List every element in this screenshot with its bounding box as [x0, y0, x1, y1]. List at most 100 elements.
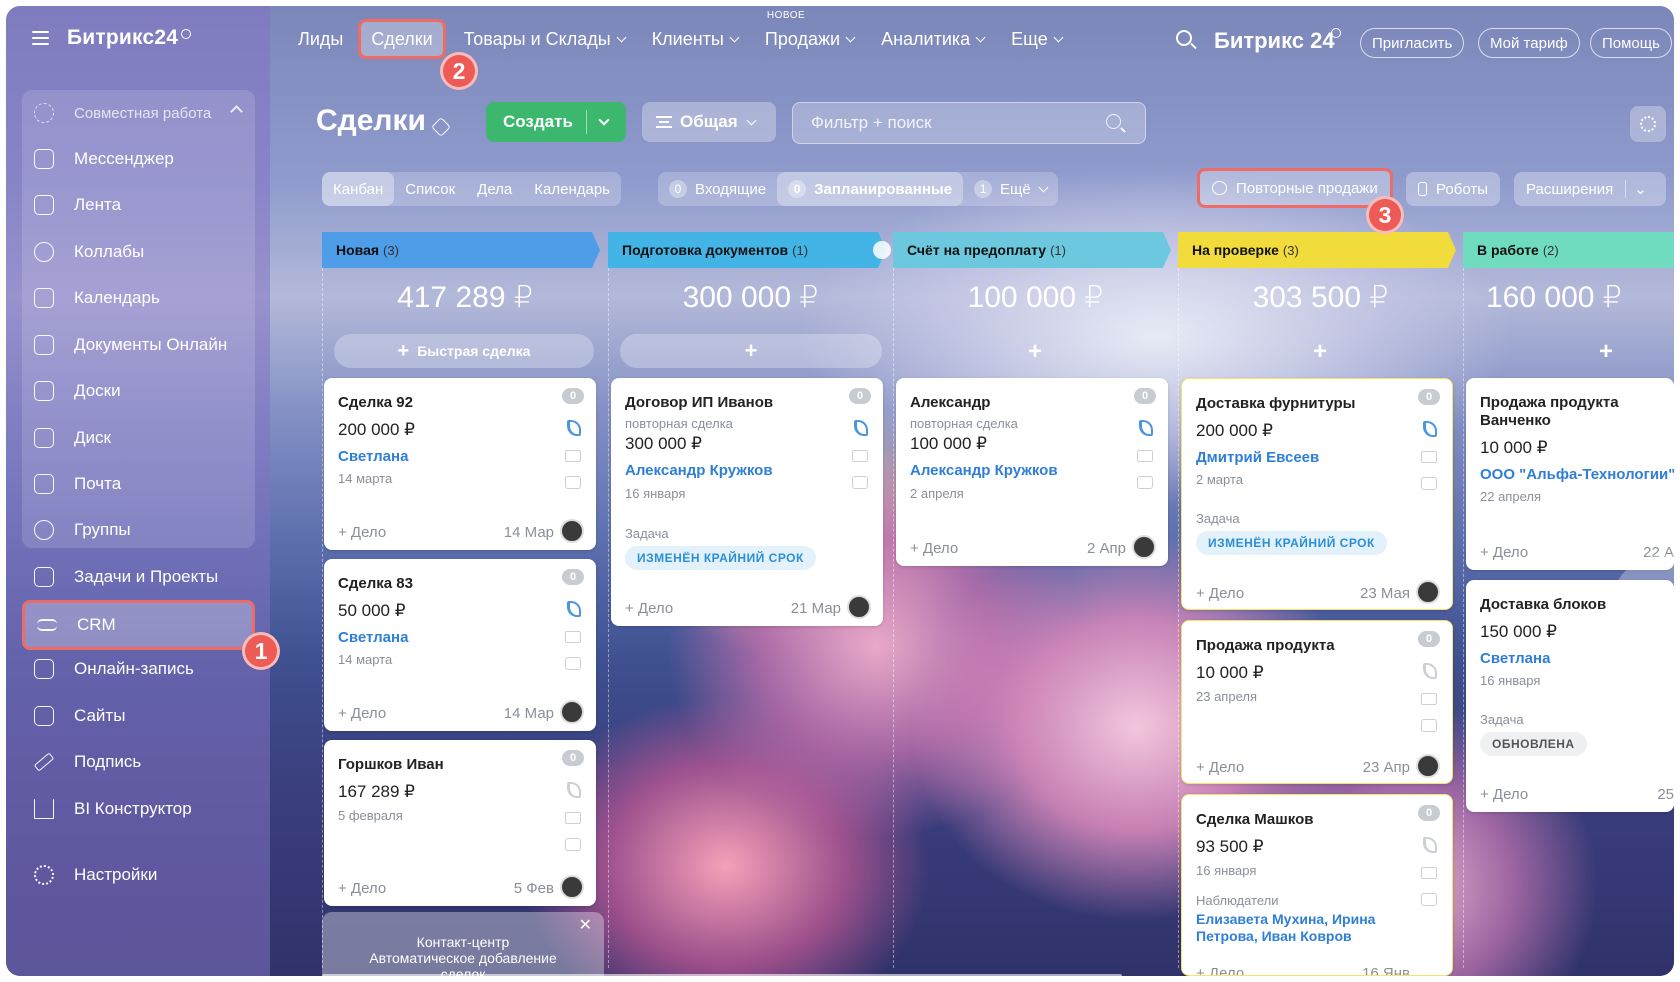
- deal-amount: 150 000 ₽: [1480, 622, 1557, 641]
- phone-icon[interactable]: [1423, 837, 1437, 853]
- column-header-review[interactable]: На проверке (3): [1178, 232, 1299, 268]
- sidebar-item-settings[interactable]: Настройки: [22, 854, 255, 896]
- avatar[interactable]: [560, 519, 584, 543]
- deal-amount: 10 000 ₽: [1480, 438, 1548, 457]
- chat-icon[interactable]: [1137, 476, 1153, 489]
- mail-icon[interactable]: [565, 450, 581, 462]
- avatar[interactable]: [847, 595, 871, 619]
- deal-client[interactable]: ООО "Альфа-Технологии": [1480, 466, 1674, 483]
- column-header-new[interactable]: Новая (3): [322, 232, 399, 268]
- column-header-invoice[interactable]: Счёт на предоплату (1): [893, 232, 1066, 268]
- deal-client[interactable]: Светлана: [1480, 650, 1550, 667]
- chat-icon[interactable]: [1421, 893, 1437, 906]
- deal-card[interactable]: Продажа продукта Ванченко 10 000 ₽ ООО "…: [1466, 378, 1674, 570]
- add-activity-link[interactable]: + Дело: [1196, 759, 1244, 776]
- deal-client[interactable]: Светлана: [338, 448, 408, 465]
- deal-title[interactable]: Продажа продукта: [1196, 637, 1335, 655]
- deal-card[interactable]: Сделка Машков 0 93 500 ₽ 16 января Наблю…: [1181, 794, 1453, 976]
- add-deal-button[interactable]: +: [1596, 338, 1616, 366]
- chat-icon[interactable]: [565, 657, 581, 670]
- mail-icon[interactable]: [565, 631, 581, 643]
- phone-icon[interactable]: [1423, 421, 1437, 437]
- deal-card[interactable]: Доставка фурнитуры 0 200 000 ₽ Дмитрий Е…: [1181, 378, 1453, 610]
- sidebar-item-boards[interactable]: Доски: [22, 370, 255, 412]
- mail-icon[interactable]: [565, 812, 581, 824]
- sidebar-item-disk[interactable]: Диск: [22, 417, 255, 459]
- sidebar-item-sites[interactable]: Сайты: [22, 695, 255, 737]
- avatar[interactable]: [1132, 535, 1156, 559]
- avatar[interactable]: [560, 875, 584, 899]
- chat-icon[interactable]: [565, 838, 581, 851]
- deal-client[interactable]: Светлана: [338, 629, 408, 646]
- deal-card[interactable]: Горшков Иван 0 167 289 ₽ 5 февраля + Дел…: [324, 740, 596, 906]
- sidebar-item-booking[interactable]: Онлайн-запись: [22, 648, 255, 690]
- column-header-docs[interactable]: Подготовка документов (1): [608, 232, 808, 268]
- add-activity-link[interactable]: + Дело: [1196, 965, 1244, 975]
- quick-deal-button[interactable]: + Быстрая сделка: [334, 334, 594, 368]
- sidebar-item-docs[interactable]: Документы Онлайн: [22, 324, 255, 366]
- phone-icon[interactable]: [1139, 420, 1153, 436]
- avatar[interactable]: [1416, 580, 1440, 604]
- deal-client[interactable]: Александр Кружков: [910, 462, 1058, 479]
- add-activity-link[interactable]: + Дело: [1480, 544, 1528, 561]
- column-name: В работе: [1477, 242, 1539, 258]
- add-activity-link[interactable]: + Дело: [338, 880, 386, 897]
- deal-card[interactable]: Александр 0 повторная сделка 100 000 ₽ А…: [896, 378, 1168, 566]
- add-activity-link[interactable]: + Дело: [1480, 786, 1528, 803]
- add-deal-button[interactable]: +: [1025, 338, 1045, 366]
- deal-date: 14 марта: [338, 471, 393, 486]
- add-activity-link[interactable]: + Дело: [338, 524, 386, 541]
- deal-title[interactable]: Продажа продукта Ванченко: [1480, 394, 1670, 430]
- add-activity-link[interactable]: + Дело: [910, 540, 958, 557]
- phone-icon[interactable]: [1423, 663, 1437, 679]
- observers-list[interactable]: Елизавета Мухина, Ирина Петрова, Иван Ко…: [1196, 911, 1406, 945]
- status-badge: ИЗМЕНЁН КРАЙНИЙ СРОК: [1196, 531, 1387, 555]
- deal-client[interactable]: Александр Кружков: [625, 462, 773, 479]
- chat-icon[interactable]: [565, 476, 581, 489]
- add-deal-button[interactable]: +: [620, 334, 882, 368]
- chat-icon[interactable]: [1421, 477, 1437, 490]
- column-count: (1): [1050, 242, 1066, 258]
- phone-icon[interactable]: [854, 420, 868, 436]
- deal-title[interactable]: Сделка Машков: [1196, 811, 1313, 829]
- deal-title[interactable]: Александр: [910, 394, 990, 412]
- contact-center-notice[interactable]: ✕ Контакт-центр Автоматическое добавлени…: [322, 912, 604, 976]
- sidebar-item-sign[interactable]: Подпись: [22, 741, 255, 783]
- deal-card[interactable]: Договор ИП Иванов 0 повторная сделка 300…: [611, 378, 883, 626]
- deal-client[interactable]: Дмитрий Евсеев: [1196, 449, 1319, 466]
- mail-icon[interactable]: [1421, 693, 1437, 705]
- sidebar-item-bi[interactable]: BI Конструктор: [22, 788, 255, 830]
- mail-icon[interactable]: [852, 450, 868, 462]
- deal-title[interactable]: Горшков Иван: [338, 756, 444, 774]
- add-activity-link[interactable]: + Дело: [338, 705, 386, 722]
- sidebar-item-groups[interactable]: Группы: [22, 509, 255, 551]
- sidebar-item-calendar[interactable]: Календарь: [22, 277, 255, 319]
- chat-icon[interactable]: [1421, 719, 1437, 732]
- sidebar-item-crm[interactable]: CRM: [22, 600, 255, 650]
- sidebar-item-tasks[interactable]: Задачи и Проекты: [22, 556, 255, 598]
- chat-icon[interactable]: [852, 476, 868, 489]
- close-icon[interactable]: ✕: [579, 918, 592, 934]
- deal-card[interactable]: Сделка 83 0 50 000 ₽ Светлана 14 марта +…: [324, 559, 596, 731]
- phone-icon[interactable]: [567, 601, 581, 617]
- deal-card[interactable]: Продажа продукта 0 10 000 ₽ 23 апреля + …: [1181, 620, 1453, 784]
- avatar[interactable]: [560, 700, 584, 724]
- add-activity-link[interactable]: + Дело: [1196, 585, 1244, 602]
- deal-title[interactable]: Сделка 83: [338, 575, 413, 593]
- deal-title[interactable]: Доставка фурнитуры: [1196, 395, 1355, 413]
- avatar[interactable]: [1416, 754, 1440, 778]
- phone-icon[interactable]: [567, 782, 581, 798]
- mail-icon[interactable]: [1421, 451, 1437, 463]
- add-deal-button[interactable]: +: [1310, 338, 1330, 366]
- horizontal-scrollbar[interactable]: [322, 974, 1122, 976]
- deal-title[interactable]: Сделка 92: [338, 394, 413, 412]
- deal-title[interactable]: Договор ИП Иванов: [625, 394, 773, 412]
- add-activity-link[interactable]: + Дело: [625, 600, 673, 617]
- mail-icon[interactable]: [1421, 867, 1437, 879]
- phone-icon[interactable]: [567, 420, 581, 436]
- deal-title[interactable]: Доставка блоков: [1480, 596, 1606, 614]
- column-header-work[interactable]: В работе (2): [1463, 232, 1559, 268]
- mail-icon[interactable]: [1137, 450, 1153, 462]
- deal-card[interactable]: Сделка 92 0 200 000 ₽ Светлана 14 марта …: [324, 378, 596, 550]
- sidebar-item-mail[interactable]: Почта: [22, 463, 255, 505]
